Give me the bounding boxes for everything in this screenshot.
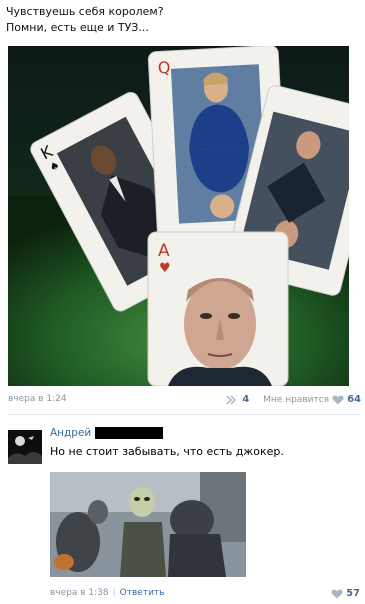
meta-separator: | bbox=[112, 588, 116, 598]
comment-author[interactable]: Андрей bbox=[50, 427, 91, 439]
post-photo[interactable]: K ♠ Q 6 bbox=[8, 46, 349, 386]
like-count: 64 bbox=[347, 394, 361, 405]
caption-line-2: Помни, есть еще и ТУЗ... bbox=[6, 21, 149, 34]
comment-like-count: 57 bbox=[346, 588, 360, 599]
comment-meta-left: вчера в 1:38 | Ответить bbox=[50, 588, 164, 598]
comment-like[interactable]: 57 bbox=[331, 588, 360, 599]
heart-icon[interactable] bbox=[331, 589, 343, 599]
share-count: 4 bbox=[242, 394, 250, 405]
queen-rank: Q bbox=[157, 58, 171, 78]
comment-text: Но не стоит забывать, что есть джокер. bbox=[50, 445, 284, 458]
reply-link[interactable]: Ответить bbox=[120, 588, 165, 598]
heart-icon[interactable] bbox=[332, 395, 344, 405]
avatar[interactable] bbox=[8, 430, 42, 464]
caption-line-1: Чувствуешь себя королем? bbox=[6, 5, 164, 18]
like-label[interactable]: Мне нравится bbox=[263, 395, 329, 405]
post-meta: вчера в 1:24 4 Мне нравится 64 bbox=[8, 394, 361, 408]
ace-card: A ♥ bbox=[147, 231, 289, 386]
redacted-name bbox=[95, 427, 164, 439]
post-date[interactable]: вчера в 1:24 bbox=[8, 394, 67, 404]
comment-author-row: Андрей bbox=[50, 427, 164, 439]
post-caption: Чувствуешь себя королем? Помни, есть еще… bbox=[6, 4, 164, 36]
heart-suit-icon: ♥ bbox=[159, 261, 171, 276]
divider bbox=[8, 414, 361, 415]
comment-date[interactable]: вчера в 1:38 bbox=[50, 588, 109, 598]
ace-rank: A bbox=[158, 241, 170, 261]
share-icon[interactable] bbox=[226, 394, 239, 405]
post-actions: 4 Мне нравится 64 bbox=[226, 394, 361, 405]
comment-photo[interactable] bbox=[50, 472, 246, 577]
comment-meta: вчера в 1:38 | Ответить 57 bbox=[50, 588, 360, 602]
